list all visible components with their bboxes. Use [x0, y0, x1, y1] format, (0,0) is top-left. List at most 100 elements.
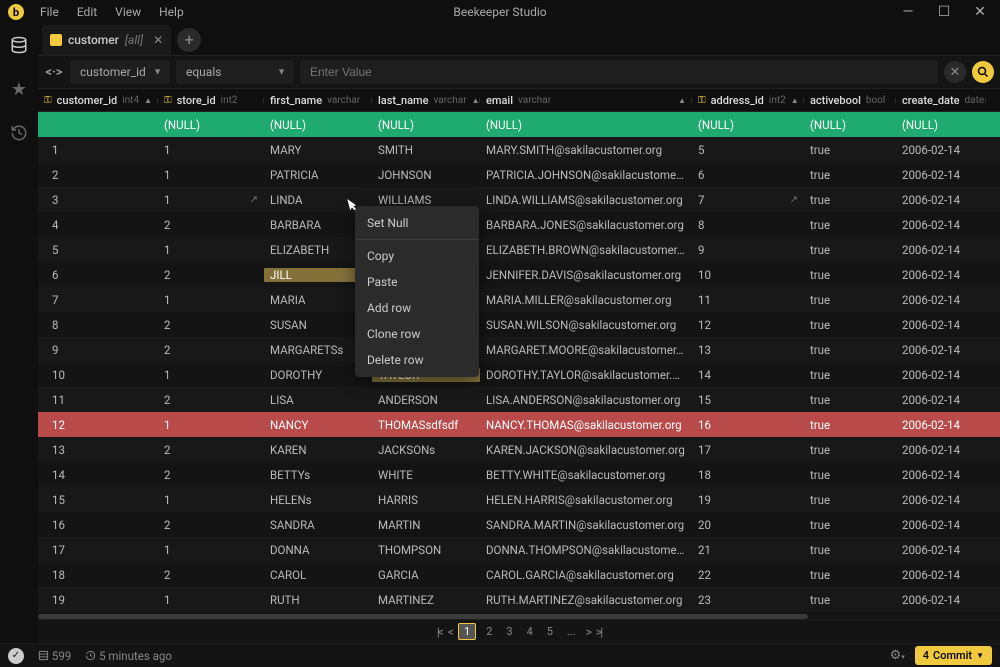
table-cell[interactable]: 7↗: [692, 193, 804, 207]
apply-filter-button[interactable]: [972, 61, 994, 83]
table-cell[interactable]: 5: [692, 143, 804, 157]
external-link-icon[interactable]: ↗: [250, 194, 258, 205]
table-cell[interactable]: JOHNSON: [372, 168, 480, 182]
table-cell[interactable]: 2: [38, 168, 158, 182]
table-cell[interactable]: 19: [38, 593, 158, 607]
table-cell[interactable]: THOMASsdfsdf: [372, 418, 480, 432]
table-cell[interactable]: true: [804, 243, 896, 257]
table-cell[interactable]: CAROL: [264, 568, 372, 582]
table-cell[interactable]: true: [804, 593, 896, 607]
maximize-icon[interactable]: ☐: [932, 4, 956, 20]
table-cell[interactable]: 16: [38, 518, 158, 532]
table-row[interactable]: 11MARYSMITHMARY.SMITH@sakilacustomer.org…: [38, 137, 1000, 162]
table-cell[interactable]: 1: [158, 293, 264, 307]
table-cell[interactable]: true: [804, 143, 896, 157]
table-cell[interactable]: KAREN.JACKSON@sakilacustomer.org: [480, 443, 692, 457]
table-cell[interactable]: 2006-02-14: [896, 593, 986, 607]
table-cell[interactable]: true: [804, 343, 896, 357]
filter-column-select[interactable]: customer_id ▼: [70, 60, 170, 84]
page-prev-icon[interactable]: <: [448, 625, 452, 639]
table-cell[interactable]: HELENs: [264, 493, 372, 507]
table-row[interactable]: 162SANDRAMARTINSANDRA.MARTIN@sakilacusto…: [38, 512, 1000, 537]
table-cell[interactable]: 6: [692, 168, 804, 182]
table-cell[interactable]: WHITE: [372, 468, 480, 482]
table-cell[interactable]: 13: [692, 343, 804, 357]
star-icon[interactable]: ★: [8, 78, 30, 100]
table-cell[interactable]: ANDERSON: [372, 393, 480, 407]
commit-button[interactable]: 4 Commit ▼: [915, 646, 992, 665]
code-toggle-icon[interactable]: <·>: [44, 65, 64, 80]
column-header-activebool[interactable]: activeboolbool: [804, 94, 896, 107]
table-cell[interactable]: 2006-02-14: [896, 418, 986, 432]
table-cell[interactable]: true: [804, 443, 896, 457]
table-cell[interactable]: ELIZABETH.BROWN@sakilacustomer.org: [480, 243, 692, 257]
table-cell[interactable]: MARTIN: [372, 518, 480, 532]
table-cell[interactable]: (NULL): [804, 118, 896, 132]
table-cell[interactable]: 12: [38, 418, 158, 432]
table-cell[interactable]: true: [804, 543, 896, 557]
table-cell[interactable]: KAREN: [264, 443, 372, 457]
table-cell[interactable]: 2006-02-14: [896, 443, 986, 457]
table-cell[interactable]: true: [804, 218, 896, 232]
table-cell[interactable]: 11: [692, 293, 804, 307]
table-row[interactable]: 121NANCYTHOMASsdfsdfNANCY.THOMAS@sakilac…: [38, 412, 1000, 437]
table-cell[interactable]: LISA.ANDERSON@sakilacustomer.org: [480, 393, 692, 407]
table-cell[interactable]: JENNIFER.DAVIS@sakilacustomer.org: [480, 268, 692, 282]
table-cell[interactable]: 1: [158, 168, 264, 182]
tab-add-button[interactable]: +: [177, 28, 201, 52]
table-cell[interactable]: true: [804, 193, 896, 207]
table-cell[interactable]: DONNA.THOMPSON@sakilacustomer.org: [480, 543, 692, 557]
table-cell[interactable]: true: [804, 268, 896, 282]
table-cell[interactable]: 14: [38, 468, 158, 482]
table-row[interactable]: 51ELIZABETHBROWNELIZABETH.BROWN@sakilacu…: [38, 237, 1000, 262]
table-cell[interactable]: true: [804, 518, 896, 532]
table-cell[interactable]: SUSAN.WILSON@sakilacustomer.org: [480, 318, 692, 332]
table-cell[interactable]: NANCY: [264, 418, 372, 432]
tab-close-icon[interactable]: ✕: [153, 33, 163, 47]
table-cell[interactable]: NANCY.THOMAS@sakilacustomer.org: [480, 418, 692, 432]
table-cell[interactable]: 2: [158, 393, 264, 407]
table-cell[interactable]: 14: [692, 368, 804, 382]
column-resize-handle[interactable]: [985, 98, 986, 103]
table-cell[interactable]: LISA: [264, 393, 372, 407]
table-cell[interactable]: 17: [692, 443, 804, 457]
column-header-email[interactable]: emailvarchar▲: [480, 94, 692, 107]
table-cell[interactable]: CAROL.GARCIA@sakilacustomer.org: [480, 568, 692, 582]
table-cell[interactable]: 3: [38, 193, 158, 207]
table-cell[interactable]: 2: [158, 468, 264, 482]
table-cell[interactable]: MARIA.MILLER@sakilacustomer.org: [480, 293, 692, 307]
settings-icon[interactable]: ⚙▾: [890, 648, 905, 663]
table-cell[interactable]: SANDRA.MARTIN@sakilacustomer.org: [480, 518, 692, 532]
table-cell[interactable]: 9: [38, 343, 158, 357]
column-header-address_id[interactable]: ⚿address_idint2▲: [692, 94, 804, 107]
table-cell[interactable]: 2: [158, 568, 264, 582]
table-cell[interactable]: 2006-02-14: [896, 168, 986, 182]
table-cell[interactable]: 8: [692, 218, 804, 232]
table-cell[interactable]: 5: [38, 243, 158, 257]
table-cell[interactable]: 19: [692, 493, 804, 507]
table-cell[interactable]: 17: [38, 543, 158, 557]
table-cell[interactable]: 2006-02-14: [896, 518, 986, 532]
table-row[interactable]: 112LISAANDERSONLISA.ANDERSON@sakilacusto…: [38, 387, 1000, 412]
table-row[interactable]: 31↗LINDAWILLIAMSLINDA.WILLIAMS@sakilacus…: [38, 187, 1000, 212]
table-cell[interactable]: (NULL): [896, 118, 986, 132]
table-cell[interactable]: 18: [692, 468, 804, 482]
page-last-icon[interactable]: >|: [596, 625, 601, 639]
table-row[interactable]: 62JILLDAVISJENNIFER.DAVIS@sakilacustomer…: [38, 262, 1000, 287]
column-header-create_date[interactable]: create_datedate: [896, 94, 986, 107]
table-cell[interactable]: WILLIAMS: [372, 193, 480, 207]
table-cell[interactable]: 2006-02-14: [896, 318, 986, 332]
page-1[interactable]: 1: [458, 623, 476, 640]
table-cell[interactable]: 12: [692, 318, 804, 332]
page-3[interactable]: 3: [502, 625, 516, 638]
page-4[interactable]: 4: [523, 625, 537, 638]
page-2[interactable]: 2: [482, 625, 496, 638]
table-cell[interactable]: 15: [38, 493, 158, 507]
table-cell[interactable]: BARBARA.JONES@sakilacustomer.org: [480, 218, 692, 232]
table-cell[interactable]: SMITH: [372, 143, 480, 157]
clear-filter-button[interactable]: ✕: [944, 61, 966, 83]
table-cell[interactable]: 20: [692, 518, 804, 532]
table-cell[interactable]: BETTYs: [264, 468, 372, 482]
table-cell[interactable]: (NULL): [264, 118, 372, 132]
table-cell[interactable]: BETTY.WHITE@sakilacustomer.org: [480, 468, 692, 482]
